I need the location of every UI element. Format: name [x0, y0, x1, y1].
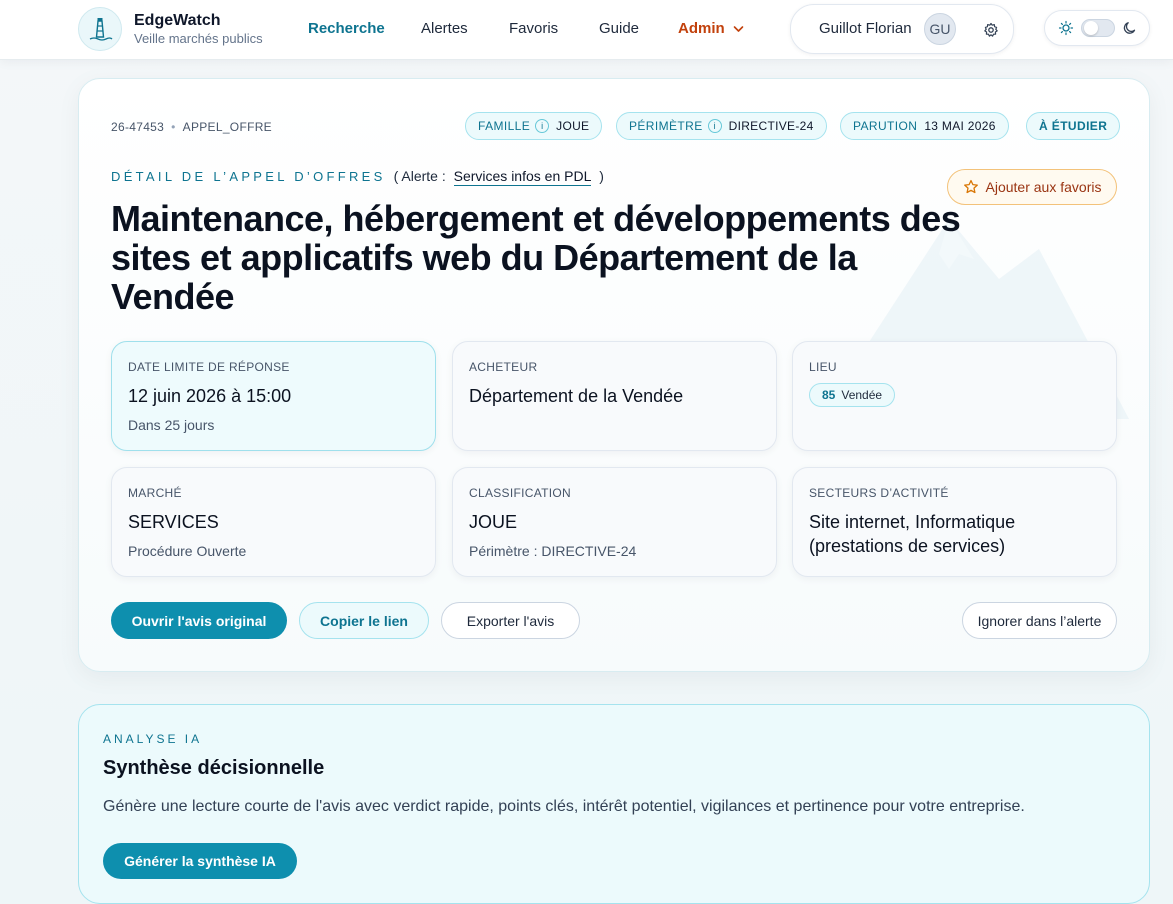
nav-admin-menu[interactable]: Admin — [678, 19, 744, 39]
alert-prefix: ( Alerte : — [393, 168, 446, 184]
lighthouse-icon — [78, 7, 122, 51]
location-card: LIEU 85 Vendée — [792, 341, 1117, 451]
page-title: Maintenance, hébergement et développemen… — [111, 198, 961, 317]
chip-famille: FAMILLE i JOUE — [465, 112, 603, 140]
nav-alertes[interactable]: Alertes — [421, 19, 468, 39]
brand-name: EdgeWatch — [134, 12, 221, 29]
market-card: MARCHÉ SERVICES Procédure Ouverte — [111, 467, 436, 577]
info-icon[interactable]: i — [535, 119, 550, 133]
nav-guide[interactable]: Guide — [599, 19, 639, 39]
alert-reference: ( Alerte : Services infos en PDL ) — [393, 168, 604, 186]
theme-switcher — [1044, 10, 1150, 46]
brand[interactable]: EdgeWatch Veille marchés publics — [78, 6, 263, 52]
market-procedure: Procédure Ouverte — [128, 543, 247, 559]
chip-parution-key: PARUTION — [853, 119, 918, 133]
market-value: SERVICES — [128, 512, 219, 532]
classification-label: CLASSIFICATION — [469, 486, 571, 500]
sectors-label: SECTEURS D’ACTIVITÉ — [809, 486, 949, 500]
avatar[interactable]: GU — [924, 13, 956, 45]
deadline-value: 12 juin 2026 à 15:00 — [128, 386, 292, 406]
buyer-value: Département de la Vendée — [469, 386, 684, 406]
ignore-in-alert-button[interactable]: Ignorer dans l’alerte — [962, 602, 1117, 639]
nav-favoris[interactable]: Favoris — [509, 19, 558, 39]
copy-link-button[interactable]: Copier le lien — [299, 602, 429, 639]
chip-parution-value: 13 MAI 2026 — [924, 119, 996, 133]
user-menu[interactable]: Guillot Florian GU — [790, 4, 1014, 54]
sun-icon[interactable] — [1058, 20, 1074, 41]
location-label: LIEU — [809, 360, 837, 374]
moon-icon[interactable] — [1122, 20, 1138, 41]
star-icon — [963, 179, 978, 194]
chevron-down-icon — [733, 26, 743, 32]
top-bar: EdgeWatch Veille marchés publics Recherc… — [0, 0, 1173, 60]
gear-icon[interactable] — [981, 20, 1001, 40]
alert-link[interactable]: Services infos en PDL — [453, 168, 592, 186]
notice-id: 26-47453 — [111, 120, 165, 134]
add-favorite-label: Ajouter aux favoris — [985, 179, 1102, 195]
chip-perimetre-key: PÉRIMÈTRE — [629, 119, 703, 133]
notice-eyebrow-row: DÉTAIL DE L’APPEL D’OFFRES ( Alerte : Se… — [111, 168, 604, 186]
ai-eyebrow: ANALYSE IA — [103, 732, 203, 746]
classification-value: JOUE — [469, 512, 518, 532]
chip-famille-value: JOUE — [556, 119, 590, 133]
chip-perimetre: PÉRIMÈTRE i DIRECTIVE-24 — [616, 112, 827, 140]
export-notice-button[interactable]: Exporter l'avis — [441, 602, 580, 639]
market-label: MARCHÉ — [128, 486, 182, 500]
alert-suffix: ) — [599, 168, 604, 184]
status-label: À ÉTUDIER — [1039, 119, 1108, 133]
user-name: Guillot Florian — [819, 20, 912, 37]
status-badge[interactable]: À ÉTUDIER — [1026, 112, 1121, 140]
deadline-remaining: Dans 25 jours — [128, 417, 215, 433]
deadline-card: DATE LIMITE DE RÉPONSE 12 juin 2026 à 15… — [111, 341, 436, 451]
ai-analysis-card: ANALYSE IA Synthèse décisionnelle Génère… — [78, 704, 1150, 904]
deadline-label: DATE LIMITE DE RÉPONSE — [128, 360, 290, 374]
nav-admin-label: Admin — [678, 20, 725, 37]
sectors-card: SECTEURS D’ACTIVITÉ Site internet, Infor… — [792, 467, 1117, 577]
buyer-label: ACHETEUR — [469, 360, 538, 374]
location-chip: 85 Vendée — [809, 383, 896, 407]
info-icon[interactable]: i — [707, 119, 722, 133]
location-code: 85 — [822, 388, 836, 402]
location-name: Vendée — [841, 388, 883, 402]
classification-card: CLASSIFICATION JOUE Périmètre : DIRECTIV… — [452, 467, 777, 577]
ai-description: Génère une lecture courte de l'avis avec… — [103, 798, 1025, 815]
separator-dot: • — [171, 120, 176, 134]
chip-famille-key: FAMILLE — [478, 119, 531, 133]
classification-perimeter: Périmètre : DIRECTIVE-24 — [469, 543, 637, 559]
notice-reference: 26-47453 • APPEL_OFFRE — [111, 120, 272, 134]
theme-toggle[interactable] — [1081, 19, 1115, 37]
notice-eyebrow: DÉTAIL DE L’APPEL D’OFFRES — [111, 168, 386, 184]
ai-title: Synthèse décisionnelle — [103, 757, 325, 779]
chip-perimetre-value: DIRECTIVE-24 — [728, 119, 814, 133]
sectors-value: Site internet, Informatique (prestations… — [809, 512, 1016, 556]
theme-toggle-knob — [1084, 21, 1098, 35]
open-original-button[interactable]: Ouvrir l'avis original — [111, 602, 287, 639]
notice-type: APPEL_OFFRE — [182, 120, 272, 134]
add-favorite-button[interactable]: Ajouter aux favoris — [947, 169, 1117, 205]
buyer-card: ACHETEUR Département de la Vendée — [452, 341, 777, 451]
notice-card: 26-47453 • APPEL_OFFRE FAMILLE i JOUE PÉ… — [78, 78, 1150, 672]
brand-tagline: Veille marchés publics — [134, 31, 263, 46]
generate-ai-summary-button[interactable]: Générer la synthèse IA — [103, 843, 297, 879]
chip-parution: PARUTION 13 MAI 2026 — [840, 112, 1009, 140]
nav-recherche[interactable]: Recherche — [308, 19, 385, 39]
